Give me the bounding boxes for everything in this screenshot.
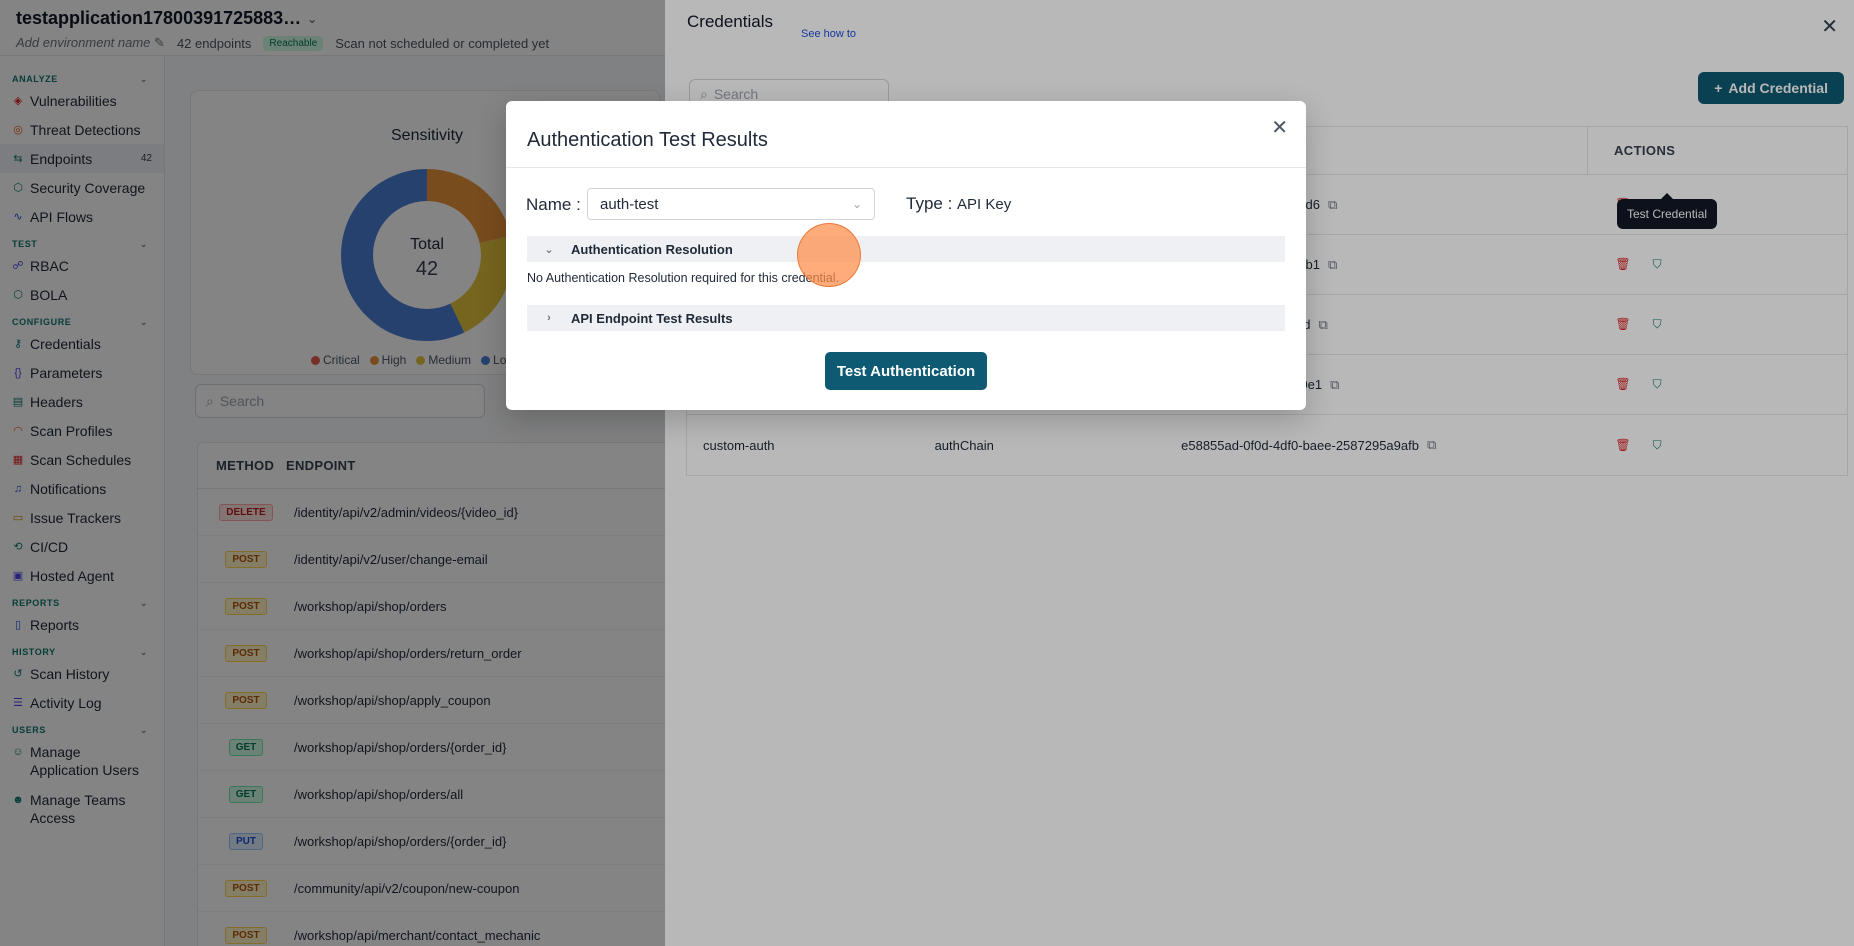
type-value: API Key: [957, 196, 1012, 213]
api-endpoint-test-results-accordion[interactable]: › API Endpoint Test Results: [527, 305, 1285, 331]
divider: [506, 167, 1306, 168]
chevron-down-icon: ⌄: [544, 243, 554, 256]
type-label: Type :: [906, 194, 953, 213]
authentication-resolution-accordion[interactable]: ⌄ Authentication Resolution: [527, 236, 1285, 262]
chevron-right-icon: ›: [547, 312, 551, 324]
click-indicator: [797, 223, 861, 287]
authentication-resolution-message: No Authentication Resolution required fo…: [527, 271, 839, 285]
name-label: Name :: [526, 195, 581, 214]
close-icon[interactable]: ✕: [1271, 115, 1288, 140]
test-authentication-button[interactable]: Test Authentication: [825, 352, 987, 390]
credential-name-select[interactable]: auth-test ⌄: [587, 188, 875, 220]
modal-title: Authentication Test Results: [527, 129, 768, 151]
app-root: testapplication17800391725883… ⌄ Add env…: [0, 0, 1854, 946]
chevron-down-icon: ⌄: [851, 197, 862, 211]
auth-test-results-modal: Authentication Test Results ✕ Name : aut…: [506, 101, 1306, 410]
credential-name-value: auth-test: [600, 195, 659, 213]
